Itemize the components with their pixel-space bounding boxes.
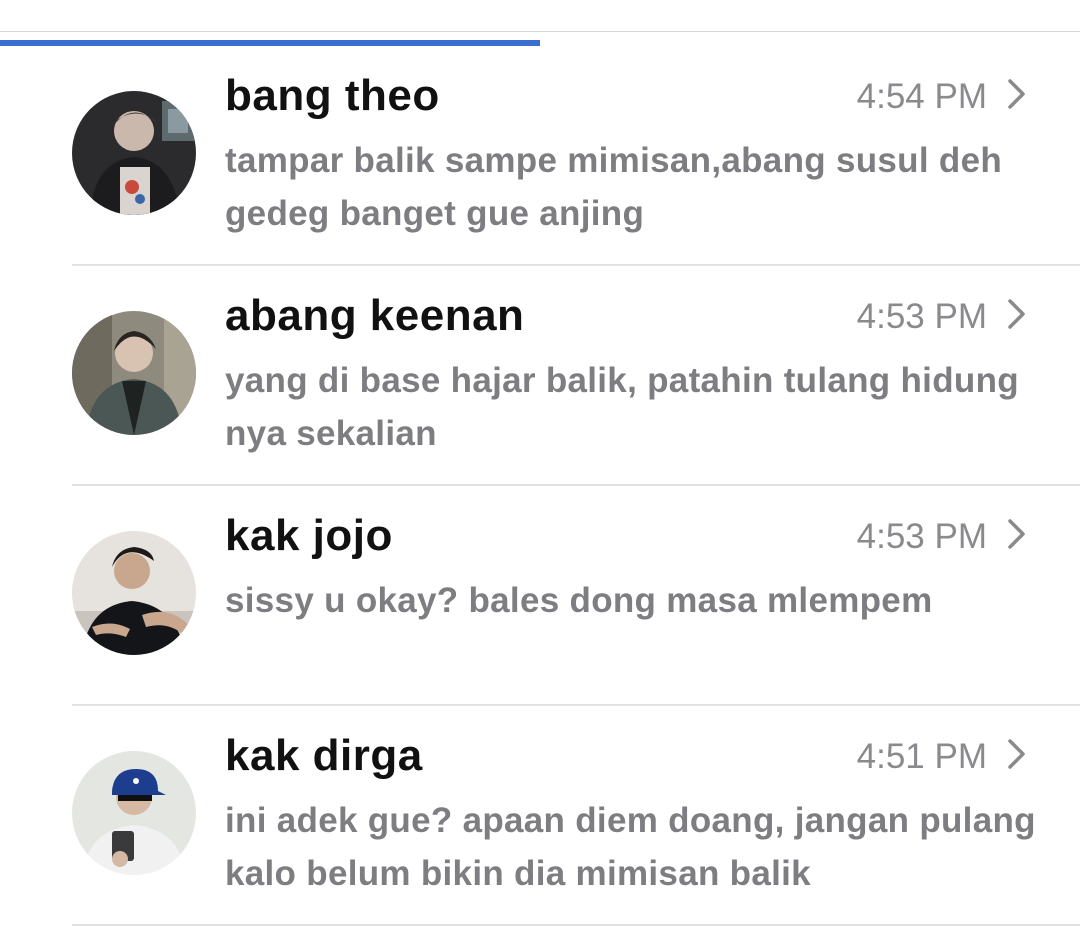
chevron-right-icon: [1008, 299, 1025, 329]
avatar[interactable]: [72, 91, 196, 215]
header-divider: [0, 31, 1080, 32]
avatar[interactable]: [72, 531, 196, 655]
message-timestamp: 4:51 PM: [856, 737, 987, 776]
chevron-right-icon: [1008, 519, 1025, 549]
avatar[interactable]: [72, 751, 196, 875]
message-preview: yang di base hajar balik, patahin tulang…: [225, 361, 1019, 453]
message-preview: ini adek gue? apaan diem doang, jangan p…: [225, 801, 1036, 893]
message-timestamp: 4:53 PM: [856, 517, 987, 556]
chevron-right-icon: [1008, 739, 1025, 769]
chevron-right-icon: [1008, 79, 1025, 109]
message-preview: sissy u okay? bales dong masa mlempem: [225, 581, 933, 620]
contact-name: abang keenan: [225, 291, 525, 340]
contact-name: bang theo: [225, 71, 440, 120]
message-timestamp: 4:53 PM: [856, 297, 987, 336]
row-divider: [72, 924, 1080, 926]
contact-name: kak jojo: [225, 511, 393, 560]
message-preview: tampar balik sampe mimisan,abang susul d…: [225, 141, 1003, 233]
profile-photo-icon: [72, 311, 196, 435]
message-timestamp: 4:54 PM: [856, 77, 987, 116]
avatar[interactable]: [72, 311, 196, 435]
conversation-row[interactable]: kak dirga 4:51 PM ini adek gue? apaan di…: [0, 706, 1080, 926]
contact-name: kak dirga: [225, 731, 423, 780]
profile-photo-icon: [72, 531, 196, 655]
messages-screen: bang theo 4:54 PM tampar balik sampe mim…: [0, 0, 1080, 935]
conversation-row[interactable]: kak jojo 4:53 PM sissy u okay? bales don…: [0, 486, 1080, 706]
profile-photo-icon: [72, 751, 196, 875]
conversation-row[interactable]: bang theo 4:54 PM tampar balik sampe mim…: [0, 46, 1080, 266]
conversation-list: bang theo 4:54 PM tampar balik sampe mim…: [0, 46, 1080, 926]
profile-photo-icon: [72, 91, 196, 215]
conversation-row[interactable]: abang keenan 4:53 PM yang di base hajar …: [0, 266, 1080, 486]
